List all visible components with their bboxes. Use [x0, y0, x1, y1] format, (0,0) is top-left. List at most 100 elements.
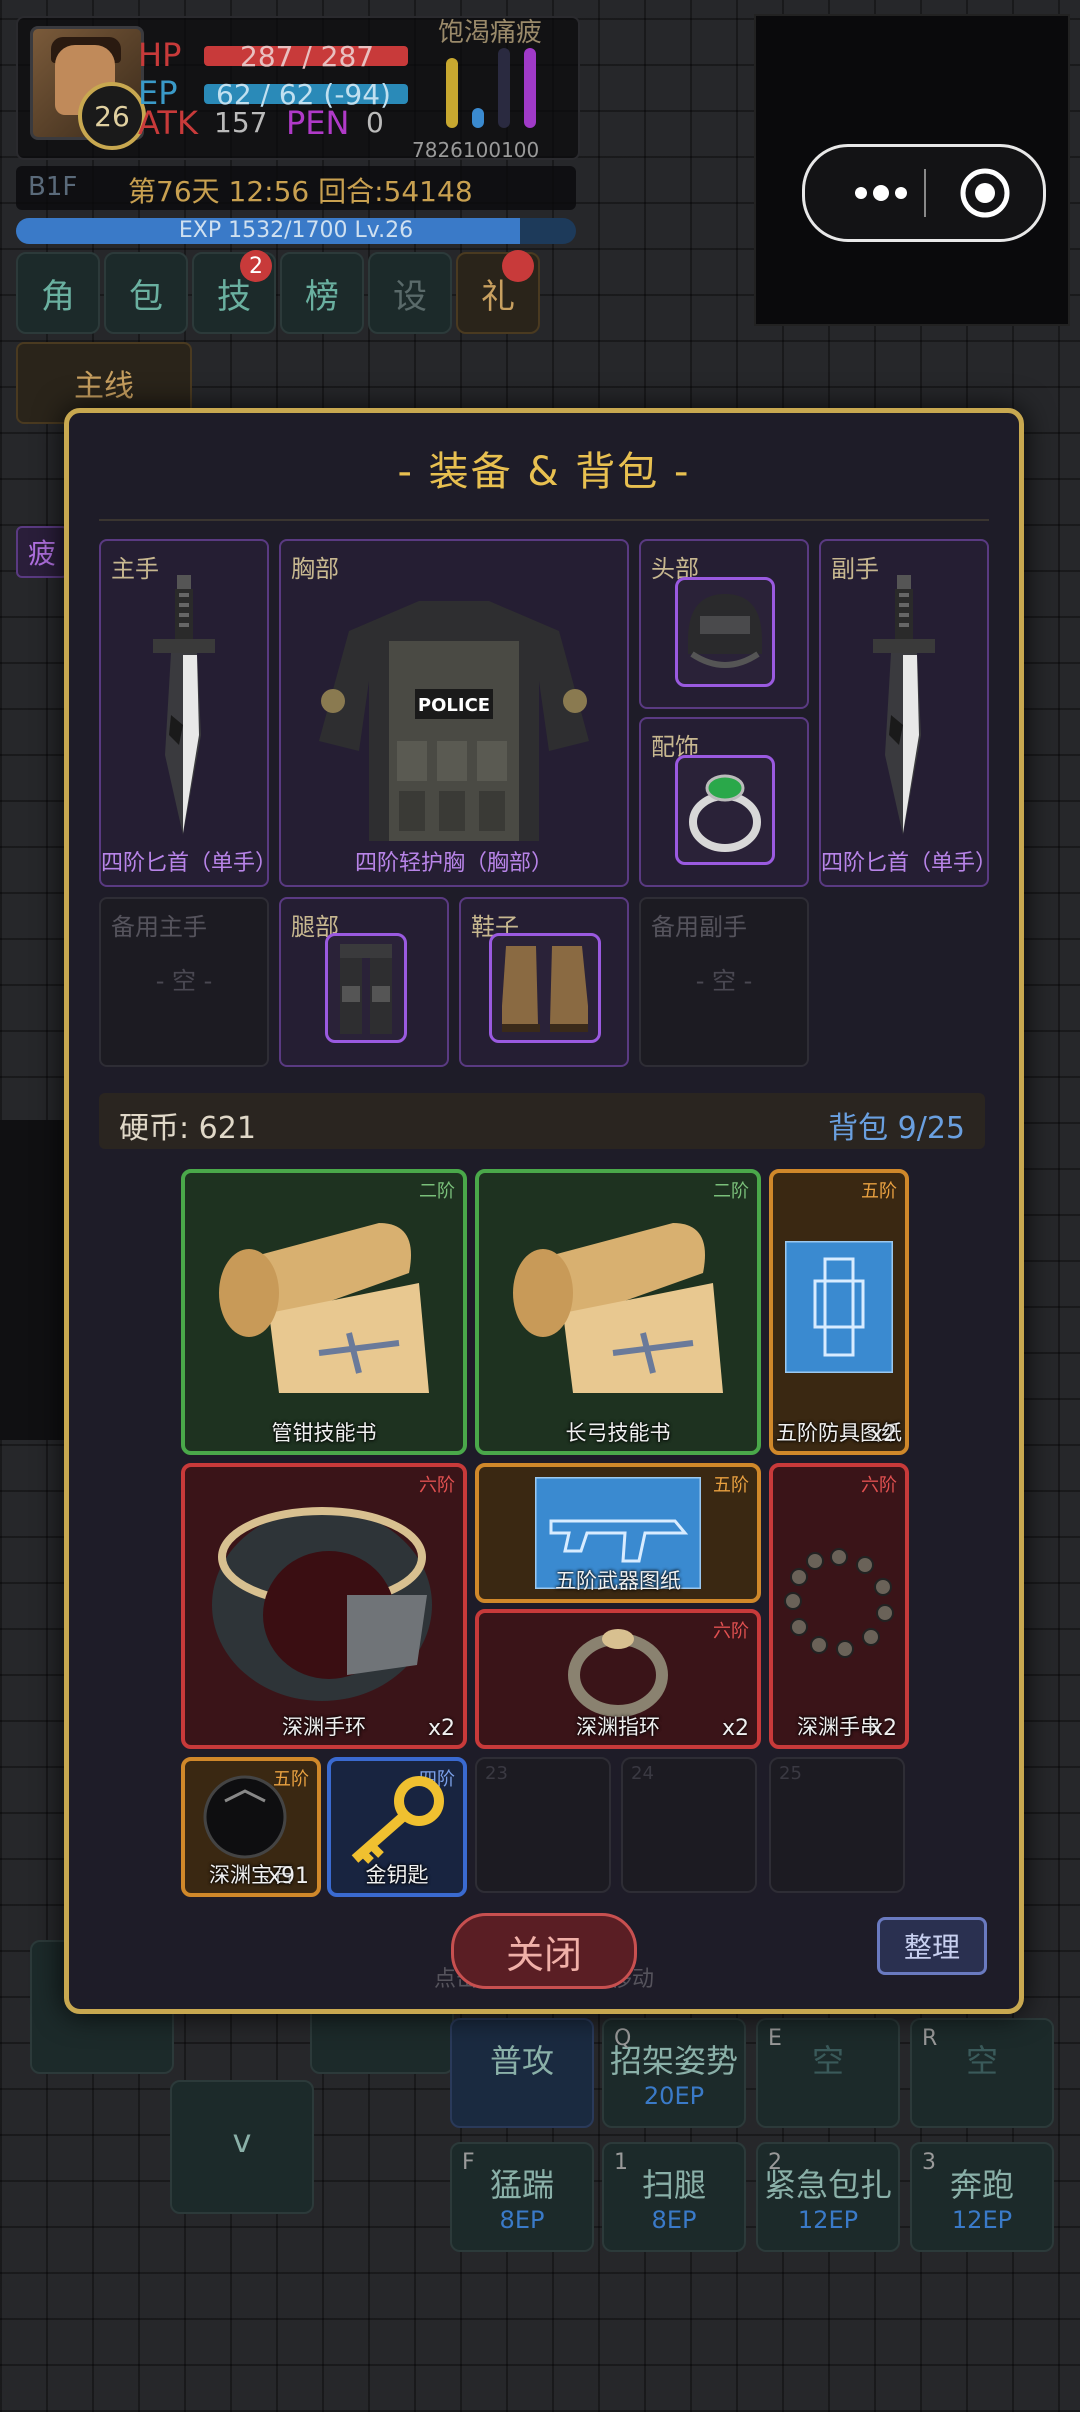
thirst-bar: [472, 108, 484, 128]
status-effect-badge[interactable]: 疲: [16, 526, 68, 578]
item-name: 长弓技能书: [565, 1421, 671, 1445]
item-tier: 二阶: [419, 1181, 455, 1202]
hp-label: HP: [138, 36, 182, 74]
police-patch-text: POLICE: [418, 695, 490, 716]
slot-main-hand[interactable]: 主手 四阶匕首（单手）: [99, 539, 277, 887]
item-tier: 六阶: [713, 1621, 749, 1642]
item-count: x2: [869, 1422, 897, 1447]
menu-ranking-button[interactable]: 榜: [280, 252, 364, 334]
item-count: x2: [427, 1716, 455, 1741]
skill-button-bandage[interactable]: 2 紧急包扎 12EP: [756, 2142, 900, 2252]
skill-button-r[interactable]: R空: [910, 2018, 1054, 2128]
slot-backup-main-hand[interactable]: 备用主手 - 空 -: [99, 897, 269, 1067]
skill-button-run[interactable]: 3 奔跑 12EP: [910, 2142, 1054, 2252]
bag-item-abyss-bracelet[interactable]: 六阶 深渊手环 x2: [181, 1463, 467, 1749]
slot-number: 23: [485, 1763, 508, 1784]
menu-bag-label: 包: [129, 276, 163, 317]
skill-cost: 8EP: [651, 2206, 697, 2234]
floor-time-bar: B1F 第76天 12:56 回合:54148: [16, 166, 576, 210]
exp-bar: EXP 1532/1700 Lv.26: [16, 218, 576, 244]
boots-icon: [502, 946, 588, 1032]
slot-item-name: 四阶轻护胸（胸部）: [354, 851, 553, 876]
police-vest-icon: POLICE: [319, 601, 589, 841]
scroll-icon: [513, 1223, 723, 1393]
slot-head[interactable]: 头部: [639, 539, 809, 709]
tactical-pants-icon: [340, 944, 392, 1034]
dagger-icon: [873, 575, 935, 835]
item-tier: 五阶: [713, 1475, 749, 1496]
exp-text: EXP 1532/1700 Lv.26: [178, 218, 414, 243]
item-count: x91: [267, 1864, 309, 1889]
skill-key: 2: [768, 2150, 782, 2175]
bag-item-abyss-gem[interactable]: 五阶 深渊宝石 x91: [181, 1757, 321, 1897]
atk-value: 157: [214, 106, 268, 139]
bag-item-armor-blueprint[interactable]: 五阶 五阶防具图纸 x2: [769, 1169, 909, 1455]
fatigue-bar: [524, 48, 536, 128]
slot-off-hand[interactable]: 副手 四阶匕首（单手）: [819, 539, 997, 887]
skill-key: Q: [614, 2026, 632, 2051]
shoes-icon-frame: [489, 933, 601, 1043]
coin-count: 硬币: 621: [119, 1111, 256, 1146]
dagger-icon: [153, 575, 215, 835]
slot-shoes[interactable]: 鞋子: [459, 897, 629, 1067]
bag-empty-slot[interactable]: 23: [475, 1757, 611, 1893]
bag-item-abyss-ring[interactable]: 六阶 深渊指环 x2: [475, 1609, 761, 1749]
level-badge: 26: [78, 82, 146, 150]
item-name: 五阶武器图纸: [555, 1569, 681, 1593]
item-count: x2: [721, 1716, 749, 1741]
needs-numbers: 7826100100: [412, 138, 540, 162]
dpad-down-button[interactable]: v: [170, 2080, 314, 2214]
scroll-icon: [219, 1223, 429, 1393]
skill-name: 普攻: [489, 2042, 554, 2080]
slot-label: 备用副手: [651, 913, 747, 941]
menu-character-button[interactable]: 角: [16, 252, 100, 334]
close-button[interactable]: 关闭: [451, 1913, 637, 1989]
menu-bag-button[interactable]: 包: [104, 252, 188, 334]
bag-empty-slot[interactable]: 25: [769, 1757, 905, 1893]
more-dot-icon: [873, 185, 889, 201]
slot-chest[interactable]: 胸部 POLICE 四阶轻护胸（胸部）: [279, 539, 629, 887]
slot-backup-off-hand[interactable]: 备用副手 - 空 -: [639, 897, 809, 1067]
atk-label: ATK: [138, 104, 198, 142]
slot-empty-text: - 空 -: [695, 967, 753, 995]
item-tier: 五阶: [861, 1181, 897, 1202]
legs-icon-frame: [325, 933, 407, 1043]
helmet-icon: [688, 594, 762, 668]
skill-key: 3: [922, 2150, 936, 2175]
slot-label: 备用主手: [111, 913, 207, 941]
sort-button[interactable]: 整理: [877, 1917, 987, 1975]
close-label: 关闭: [505, 1932, 582, 1977]
bag-item-weapon-blueprint[interactable]: 五阶 五阶武器图纸: [475, 1463, 761, 1603]
slot-empty-text: - 空 -: [155, 967, 213, 995]
bag-empty-slot[interactable]: 24: [621, 1757, 757, 1893]
bag-item-gold-key[interactable]: 四阶 金钥匙: [327, 1757, 467, 1897]
bag-item-skill-book[interactable]: 二阶 管钳技能书: [181, 1169, 467, 1455]
item-name: 深渊手环: [282, 1715, 366, 1739]
skill-button-e[interactable]: E空: [756, 2018, 900, 2128]
floor-shadow: [0, 1120, 64, 1440]
hunger-bar: [446, 58, 458, 128]
dpad-down-label: v: [232, 2122, 252, 2160]
ring-icon: [568, 1629, 668, 1717]
blueprint-icon: [785, 1241, 893, 1373]
gold-key-icon: [351, 1776, 444, 1864]
slot-accessory[interactable]: 配饰: [639, 717, 809, 887]
bag-item-skill-book[interactable]: 二阶 长弓技能书: [475, 1169, 761, 1455]
menu-settings-label: 设: [393, 276, 427, 317]
modal-title: - 装备 & 背包 -: [397, 449, 691, 495]
skill-button-attack[interactable]: 普攻: [450, 2018, 594, 2128]
more-dot-icon: [895, 187, 907, 199]
skill-key: R: [922, 2026, 938, 2051]
skill-button-sweep[interactable]: 1 扫腿 8EP: [602, 2142, 746, 2252]
hp-value: 287 / 287: [240, 40, 375, 73]
bag-item-abyss-beads[interactable]: 六阶 深渊手串 x2: [769, 1463, 909, 1749]
skill-button-parry[interactable]: Q 招架姿势 20EP: [602, 2018, 746, 2128]
item-name: 管钳技能书: [271, 1421, 377, 1445]
gift-badge-dot: [502, 250, 534, 282]
mini-program-capsule[interactable]: [802, 144, 1046, 242]
bracelet-icon: [212, 1507, 432, 1701]
slot-legs[interactable]: 腿部: [279, 897, 449, 1067]
capsule-icons: [855, 168, 1010, 218]
menu-settings-button[interactable]: 设: [368, 252, 452, 334]
skill-button-kick[interactable]: F 猛踹 8EP: [450, 2142, 594, 2252]
